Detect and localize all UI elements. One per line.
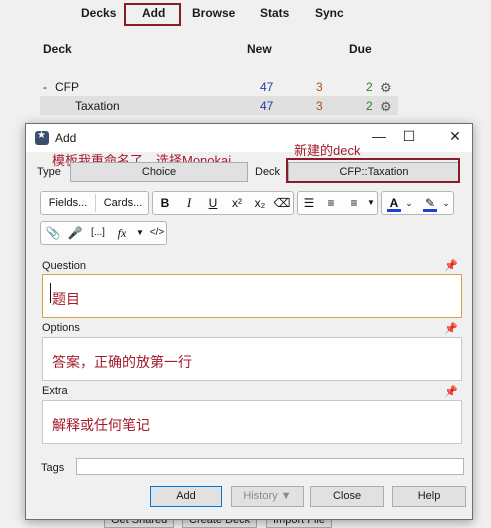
nav-decks[interactable]: Decks [81,6,116,20]
field-label-options: Options [42,322,80,334]
underline-button[interactable]: U [202,192,224,214]
annotation-deck-note: 新建的deck [294,143,361,158]
deck-new-count: 47 [260,99,274,113]
tags-label: Tags [41,462,65,474]
paperclip-icon[interactable]: 📎 [42,222,64,244]
bullet-list-icon[interactable]: ☰ [298,192,320,214]
fields-cards-group: Fields... Cards... [40,191,149,215]
superscript-button[interactable]: x² [226,192,248,214]
deck-due-count: 2 [366,80,373,94]
column-header-due: Due [349,42,372,56]
column-header-deck: Deck [43,42,72,56]
chevron-down-icon[interactable]: ⌄ [402,192,416,214]
field-label-extra: Extra [42,385,68,397]
deck-learn-count: 3 [316,80,323,94]
help-button[interactable]: Help [392,486,466,507]
cloze-icon[interactable]: [...] [87,222,109,244]
deck-row-cfp[interactable]: - CFP 47 3 2 ⚙ [40,77,398,96]
nav-browse[interactable]: Browse [192,6,235,20]
question-field-text[interactable]: 题目 [52,289,80,309]
pin-icon[interactable]: 📌 [444,385,458,398]
maximize-icon[interactable]: ☐ [394,128,424,148]
deck-new-count: 47 [260,80,274,94]
deck-row-taxation[interactable]: Taxation 47 3 2 ⚙ [40,96,398,115]
text-color-swatch [387,209,401,212]
format-group: B I U x² x₂ ⌫ [152,191,294,215]
deck-learn-count: 3 [316,99,323,113]
subscript-button[interactable]: x₂ [249,192,271,214]
nav-add[interactable]: Add [142,6,165,20]
gear-icon[interactable]: ⚙ [380,99,394,114]
dialog-titlebar[interactable]: Add — ☐ ✕ [26,124,472,152]
list-align-group: ☰ ≡ ≡ ▼ [297,191,378,215]
color-group: A ⌄ ✎ ⌄ [381,191,454,215]
add-button[interactable]: Add [150,486,222,507]
minimize-icon[interactable]: — [364,128,394,148]
close-button[interactable]: Close [310,486,384,507]
options-field[interactable]: 答案，正确的放第一行 [42,337,462,381]
eraser-icon[interactable]: ⌫ [271,192,293,214]
pin-icon[interactable]: 📌 [444,322,458,335]
highlight-color-swatch [423,209,437,212]
nav-stats[interactable]: Stats [260,6,289,20]
gear-icon[interactable]: ⚙ [380,80,394,95]
extra-field[interactable]: 解释或任何笔记 [42,400,462,444]
text-caret [50,283,51,303]
options-field-text[interactable]: 答案，正确的放第一行 [52,352,192,372]
tags-input[interactable] [76,458,464,475]
history-button[interactable]: History ▼ [231,486,304,507]
html-editor-icon[interactable]: </> [146,222,168,244]
deck-name[interactable]: Taxation [75,99,120,113]
field-label-question: Question [42,260,87,272]
pin-icon[interactable]: 📌 [444,259,458,272]
nav-sync[interactable]: Sync [315,6,344,20]
close-icon[interactable]: ✕ [440,128,470,148]
cards-button[interactable]: Cards... [96,192,150,214]
deck-due-count: 2 [366,99,373,113]
microphone-icon[interactable]: 🎤 [64,222,86,244]
italic-button[interactable]: I [178,192,200,214]
main-toolbar: Decks Add Browse Stats Sync [0,0,491,28]
deck-collapse-toggle[interactable]: - [43,80,47,94]
bold-button[interactable]: B [154,192,176,214]
fields-button[interactable]: Fields... [41,192,95,214]
dialog-title: Add [55,131,77,145]
chevron-down-icon[interactable]: ⌄ [439,192,453,214]
question-field[interactable]: 题目 [42,274,462,318]
extra-field-text[interactable]: 解释或任何笔记 [52,415,150,435]
anki-app-icon [35,130,49,145]
deck-name[interactable]: CFP [55,80,79,94]
numbered-list-icon[interactable]: ≡ [320,192,342,214]
chevron-down-icon[interactable]: ▼ [360,192,382,214]
note-type-selector[interactable]: Choice [70,162,248,182]
type-label: Type [37,166,61,178]
column-header-new: New [247,42,272,56]
insert-group: 📎 🎤 [...] fx ▼ </> [40,221,167,245]
deck-label: Deck [255,166,281,178]
deck-highlight-box [286,158,460,183]
add-dialog: Add — ☐ ✕ 模板我重命名了，选择Monokai 新建的deck Type… [25,123,473,520]
